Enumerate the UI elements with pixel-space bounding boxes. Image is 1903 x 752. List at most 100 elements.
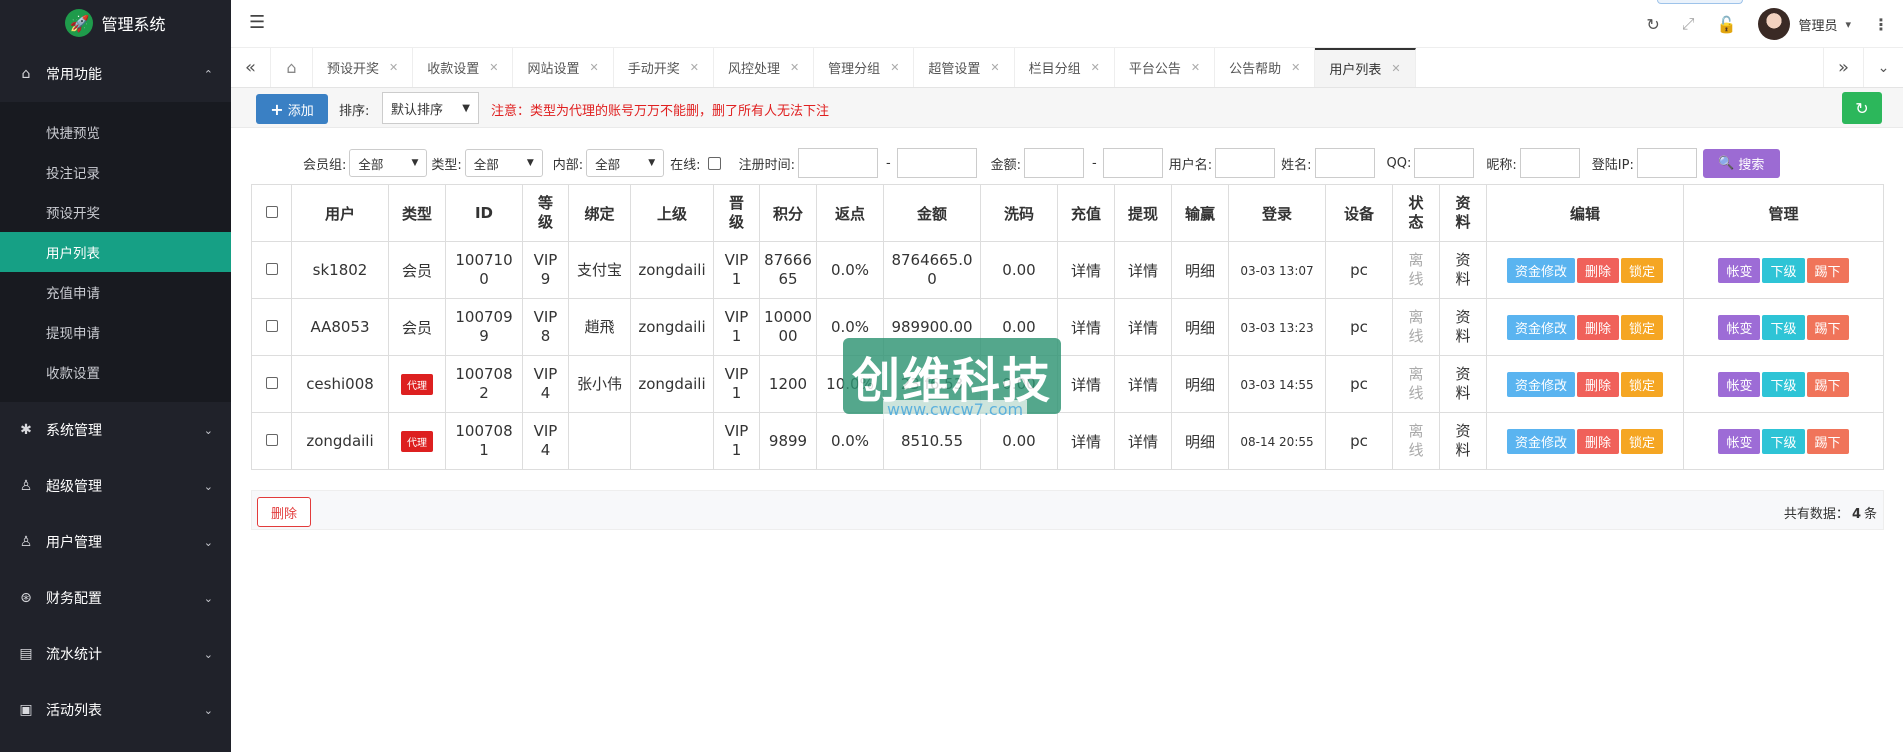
account-change-button[interactable]: 帐变	[1718, 314, 1761, 340]
cell-profile-text[interactable]: 资料	[1455, 308, 1472, 346]
online-checkbox[interactable]	[707, 156, 721, 170]
app-logo[interactable]: 🚀 管理系统	[0, 0, 231, 46]
tab-2[interactable]: 网站设置 ✕	[513, 48, 614, 87]
sidebar-item-4[interactable]: 充值申请	[0, 272, 231, 312]
delete-button[interactable]: 删除	[1576, 314, 1619, 340]
close-icon[interactable]: ✕	[990, 61, 999, 74]
sidebar-group-5[interactable]: ▤ 流水统计 ⌄	[0, 626, 231, 682]
cell-winloss-text[interactable]: 明细	[1185, 262, 1215, 280]
delete-button[interactable]: 删除	[1576, 371, 1619, 397]
cell-winloss-text[interactable]: 明细	[1185, 433, 1215, 451]
avatar[interactable]	[1758, 8, 1791, 40]
cell-recharge-text[interactable]: 详情	[1071, 376, 1101, 394]
tab-7[interactable]: 栏目分组 ✕	[1015, 48, 1115, 87]
lock-button[interactable]: 锁定	[1621, 314, 1664, 340]
subordinate-button[interactable]: 下级	[1762, 257, 1805, 283]
row-checkbox[interactable]	[265, 434, 278, 446]
sidebar-group-1[interactable]: ✱ 系统管理 ⌄	[0, 402, 231, 458]
tab-0[interactable]: 预设开奖 ✕	[313, 48, 414, 87]
type-select[interactable]: 全部 ▼	[464, 149, 543, 177]
fund-edit-button[interactable]: 资金修改	[1506, 257, 1575, 283]
row-checkbox[interactable]	[265, 263, 278, 275]
home-tab-icon[interactable]: ⌂	[271, 48, 313, 87]
close-icon[interactable]: ✕	[890, 61, 899, 74]
refresh-icon[interactable]: ↻	[1646, 15, 1659, 34]
tab-10[interactable]: 用户列表 ✕	[1315, 48, 1416, 87]
bulk-delete-button[interactable]: 删除	[257, 497, 311, 527]
cell-profile-text[interactable]: 资料	[1455, 422, 1472, 460]
internal-select[interactable]: 全部 ▼	[586, 149, 665, 177]
tab-scroll-left-icon[interactable]: «	[231, 48, 271, 87]
delete-button[interactable]: 删除	[1576, 428, 1619, 454]
lock-icon[interactable]: 🔓	[1717, 15, 1737, 34]
amount-max-input[interactable]	[1102, 148, 1163, 178]
cell-withdraw-text[interactable]: 详情	[1128, 433, 1158, 451]
tab-5[interactable]: 管理分组 ✕	[814, 48, 915, 87]
tab-scroll-right-icon[interactable]: »	[1823, 48, 1863, 87]
kick-button[interactable]: 踢下	[1806, 257, 1849, 283]
sidebar-group-2[interactable]: ♙ 超级管理 ⌄	[0, 458, 231, 514]
subordinate-button[interactable]: 下级	[1762, 428, 1805, 454]
tab-3[interactable]: 手动开奖 ✕	[614, 48, 714, 87]
kick-button[interactable]: 踢下	[1806, 314, 1849, 340]
fund-edit-button[interactable]: 资金修改	[1506, 428, 1575, 454]
more-vertical-icon[interactable]: ⋮	[1873, 15, 1889, 34]
sidebar-group-6[interactable]: ▣ 活动列表 ⌄	[0, 682, 231, 738]
admin-name[interactable]: 管理员	[1798, 15, 1837, 34]
account-change-button[interactable]: 帐变	[1718, 257, 1761, 283]
sidebar-group-0[interactable]: ⌂ 常用功能 ⌃	[0, 46, 231, 102]
row-checkbox[interactable]	[265, 320, 278, 332]
close-icon[interactable]: ✕	[589, 61, 598, 74]
close-icon[interactable]: ✕	[1291, 61, 1300, 74]
qq-input[interactable]	[1414, 148, 1475, 178]
close-icon[interactable]: ✕	[790, 61, 799, 74]
cell-recharge-text[interactable]: 详情	[1071, 433, 1101, 451]
subordinate-button[interactable]: 下级	[1762, 314, 1805, 340]
subordinate-button[interactable]: 下级	[1762, 371, 1805, 397]
tab-8[interactable]: 平台公告 ✕	[1115, 48, 1216, 87]
close-icon[interactable]: ✕	[1191, 61, 1200, 74]
tab-dropdown-icon[interactable]: ⌄	[1863, 48, 1903, 87]
cell-withdraw-text[interactable]: 详情	[1128, 376, 1158, 394]
tab-9[interactable]: 公告帮助 ✕	[1215, 48, 1316, 87]
cell-withdraw-text[interactable]: 详情	[1128, 319, 1158, 337]
cell-recharge-text[interactable]: 详情	[1071, 262, 1101, 280]
name-input[interactable]	[1314, 148, 1375, 178]
lock-button[interactable]: 锁定	[1621, 257, 1664, 283]
cell-winloss-text[interactable]: 明细	[1185, 319, 1215, 337]
refresh-button[interactable]: ↻	[1842, 92, 1882, 124]
cell-profile-text[interactable]: 资料	[1455, 251, 1472, 289]
search-button[interactable]: 🔍 搜索	[1702, 148, 1780, 178]
close-icon[interactable]: ✕	[489, 61, 498, 74]
member-group-select[interactable]: 全部 ▼	[349, 149, 428, 177]
cell-winloss-text[interactable]: 明细	[1185, 376, 1215, 394]
caret-down-icon[interactable]: ▾	[1845, 18, 1851, 31]
close-icon[interactable]: ✕	[1391, 62, 1400, 75]
close-icon[interactable]: ✕	[1091, 61, 1100, 74]
sidebar-item-2[interactable]: 预设开奖	[0, 192, 231, 232]
add-button[interactable]: + 添加	[256, 94, 328, 124]
tab-1[interactable]: 收款设置 ✕	[413, 48, 514, 87]
close-icon[interactable]: ✕	[690, 61, 699, 74]
fund-edit-button[interactable]: 资金修改	[1506, 371, 1575, 397]
fund-edit-button[interactable]: 资金修改	[1506, 314, 1575, 340]
account-change-button[interactable]: 帐变	[1718, 428, 1761, 454]
sort-select[interactable]: 默认排序 ▼	[382, 92, 479, 124]
kick-button[interactable]: 踢下	[1806, 428, 1849, 454]
menu-toggle-icon[interactable]: ☰	[249, 12, 265, 33]
select-all-checkbox[interactable]	[265, 206, 278, 218]
username-input[interactable]	[1215, 148, 1276, 178]
reg-time-end-input[interactable]	[896, 148, 977, 178]
sidebar-item-1[interactable]: 投注记录	[0, 152, 231, 192]
amount-min-input[interactable]	[1024, 148, 1085, 178]
sidebar-item-0[interactable]: 快捷预览	[0, 112, 231, 152]
tab-4[interactable]: 风控处理 ✕	[714, 48, 815, 87]
cell-recharge-text[interactable]: 详情	[1071, 319, 1101, 337]
fullscreen-icon[interactable]: ⤢	[1682, 14, 1695, 34]
sidebar-group-3[interactable]: ♙ 用户管理 ⌄	[0, 514, 231, 570]
reg-time-start-input[interactable]	[797, 148, 878, 178]
kick-button[interactable]: 踢下	[1806, 371, 1849, 397]
lock-button[interactable]: 锁定	[1621, 428, 1664, 454]
cell-withdraw-text[interactable]: 详情	[1128, 262, 1158, 280]
sidebar-item-5[interactable]: 提现申请	[0, 312, 231, 352]
